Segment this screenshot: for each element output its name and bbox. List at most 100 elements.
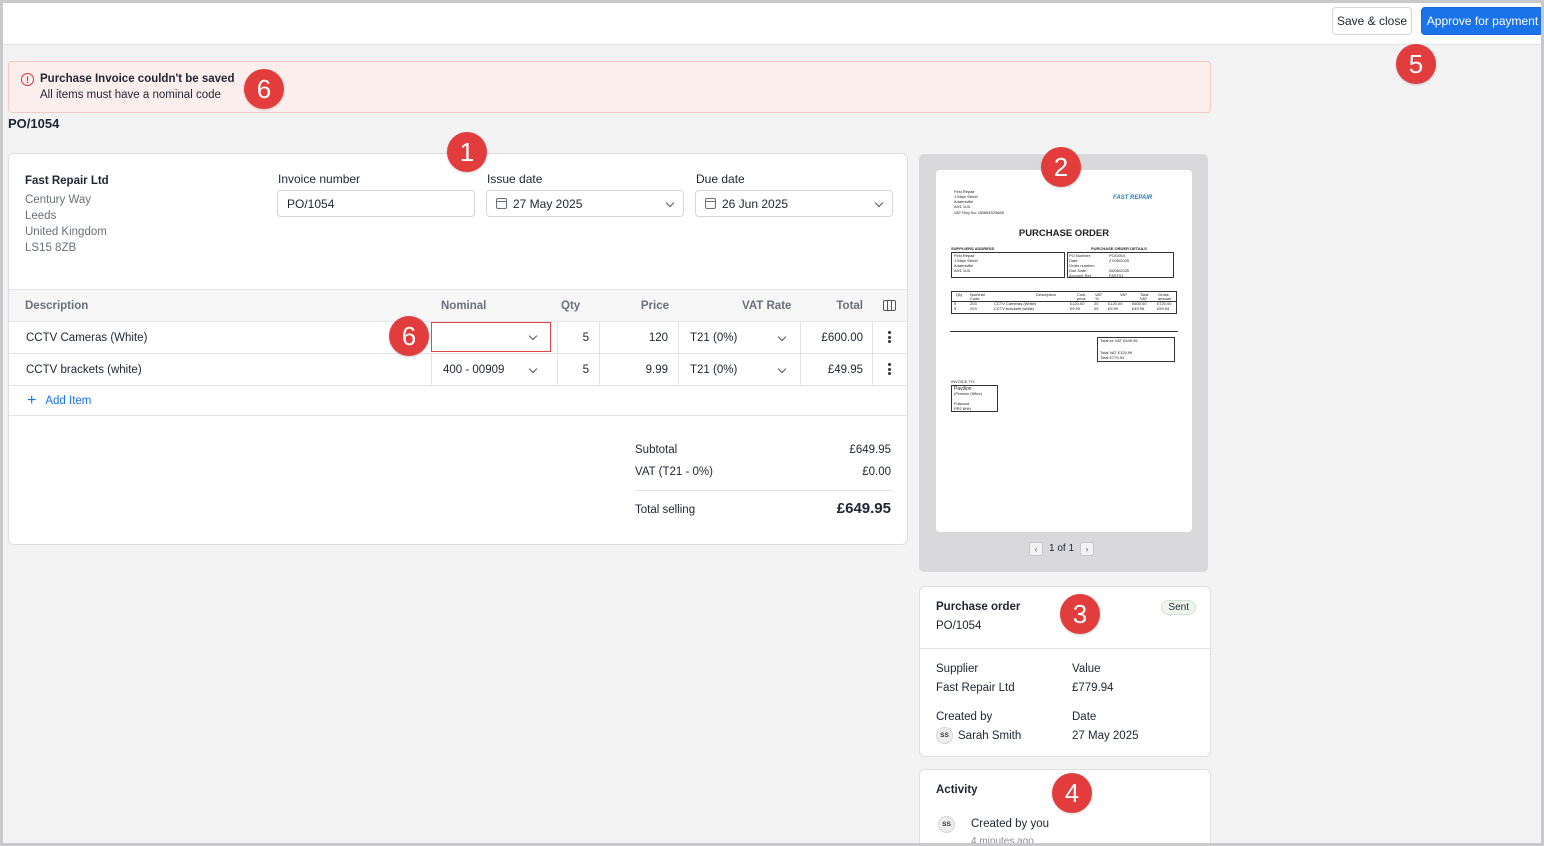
- doc-detail-value: 27/05/2025: [1109, 258, 1130, 263]
- doc-line-cell: 20: [1094, 306, 1099, 311]
- columns-icon[interactable]: [883, 300, 896, 311]
- doc-invoice-box: Pavilion (Preston Office) Fulwood PR2 8H…: [951, 385, 998, 412]
- doc-divider: [950, 331, 1178, 332]
- activity-time: 4 minutes ago: [971, 836, 1034, 846]
- doc-line-cell: £49.95: [1132, 306, 1145, 311]
- chevron-down-icon[interactable]: [777, 332, 787, 342]
- col-qty: Qty: [561, 300, 581, 312]
- item-total: £49.95: [827, 364, 863, 376]
- status-badge: Sent: [1161, 600, 1196, 615]
- item-description[interactable]: CCTV Cameras (White): [26, 322, 147, 354]
- issue-date-value: 27 May 2025: [513, 196, 583, 211]
- invoice-number-label: Invoice number: [278, 172, 361, 186]
- approve-payment-button[interactable]: Approve for payment: [1421, 7, 1544, 35]
- doc-line-cell: CCTV brackets (white): [994, 306, 1035, 311]
- divider: [635, 490, 892, 491]
- prev-page-icon[interactable]: ‹: [1029, 541, 1043, 556]
- vat-label: VAT (T21 - 0%): [635, 466, 713, 478]
- value-amount: £779.94: [1072, 682, 1114, 694]
- row-menu-icon[interactable]: [888, 331, 891, 345]
- doc-lines-table: Qty Nominal Code Description Cost price …: [951, 291, 1177, 314]
- marker-badge: 6: [389, 316, 429, 356]
- chevron-down-icon: [528, 331, 538, 341]
- chevron-down-icon: [874, 198, 884, 208]
- item-price[interactable]: 120: [609, 322, 668, 354]
- supplier-address-line: LS15 8ZB: [25, 242, 77, 254]
- due-date-picker[interactable]: 26 Jun 2025: [695, 190, 893, 217]
- add-item-label: Add Item: [45, 395, 92, 407]
- activity-title: Activity: [936, 784, 978, 796]
- supplier-value: Fast Repair Ltd: [936, 682, 1015, 694]
- marker-badge: 1: [447, 132, 487, 172]
- item-qty[interactable]: 5: [569, 322, 589, 354]
- item-price[interactable]: 9.99: [609, 354, 668, 386]
- page-title: PO/1054: [8, 116, 60, 131]
- item-vat-rate[interactable]: T21 (0%): [690, 354, 737, 386]
- row-menu-icon[interactable]: [888, 363, 891, 377]
- calendar-icon: [496, 198, 507, 209]
- doc-detail-value: FAST01: [1109, 273, 1124, 278]
- alert-message: All items must have a nominal code: [40, 89, 221, 101]
- subtotal-label: Subtotal: [635, 444, 678, 456]
- item-vat-rate[interactable]: T21 (0%): [690, 322, 737, 354]
- marker-badge: 2: [1041, 147, 1081, 187]
- invoice-card: Fast Repair Ltd Century Way Leeds United…: [8, 153, 908, 545]
- col-price: Price: [640, 300, 669, 312]
- col-nominal: Nominal: [441, 300, 487, 312]
- supplier-address-line: United Kingdom: [25, 226, 107, 238]
- issue-date-picker[interactable]: 27 May 2025: [486, 190, 684, 217]
- col-total: Total: [836, 300, 863, 312]
- col-description: Description: [25, 300, 89, 312]
- chevron-down-icon: [665, 198, 675, 208]
- col-vat-rate: VAT Rate: [742, 300, 792, 312]
- created-by-name: Sarah Smith: [958, 729, 1022, 742]
- doc-supplier-line: AH1 1LB: [954, 268, 971, 273]
- doc-supplier-box: First Repair 1 Main Street Adamsville AH…: [951, 252, 1065, 278]
- created-by-label: Created by: [936, 711, 993, 723]
- calendar-icon: [705, 198, 716, 209]
- doc-invoice-line: (Preston Office): [954, 391, 982, 396]
- doc-totals-box: Total ex VAT £649.95 Total VAT £129.99 T…: [1097, 337, 1175, 362]
- invoice-number-input[interactable]: PO/1054: [277, 190, 475, 217]
- save-close-button[interactable]: Save & close: [1332, 7, 1412, 35]
- item-nominal[interactable]: 400 - 00909: [443, 354, 504, 386]
- supplier-name: Fast Repair Ltd: [25, 175, 109, 187]
- doc-po-details: PURCHASE ORDER DETAILS: [1091, 246, 1147, 251]
- chevron-down-icon[interactable]: [528, 364, 538, 374]
- supplier-address-line: Leeds: [25, 210, 57, 222]
- subtotal-value: £649.95: [849, 444, 891, 456]
- po-card-title: Purchase order: [936, 601, 1021, 613]
- doc-line-cell: 5: [954, 306, 957, 311]
- doc-line-cell: £59.94: [1157, 306, 1170, 311]
- doc-invoice-to: INVOICE TO:: [951, 379, 976, 384]
- doc-line-cell: 203: [970, 306, 977, 311]
- marker-badge: 3: [1060, 594, 1100, 634]
- next-page-icon[interactable]: ›: [1080, 541, 1095, 556]
- date-label: Date: [1072, 711, 1097, 723]
- doc-line-header: Qty: [956, 292, 963, 297]
- item-description[interactable]: CCTV brackets (white): [26, 354, 142, 386]
- avatar: SS: [936, 727, 953, 744]
- top-toolbar: Save & close Approve for payment: [3, 3, 1544, 45]
- vat-value: £0.00: [862, 466, 891, 478]
- doc-line-header: Description: [1036, 292, 1057, 297]
- marker-badge: 6: [244, 69, 284, 109]
- issue-date-label: Issue date: [487, 172, 543, 186]
- doc-title: PURCHASE ORDER: [1018, 228, 1110, 239]
- items-table-header: Description Nominal Qty Price VAT Rate T…: [9, 289, 907, 322]
- po-card-number[interactable]: PO/1054: [936, 620, 981, 632]
- total-label: Total selling: [635, 504, 696, 516]
- avatar: SS: [938, 816, 955, 833]
- item-qty[interactable]: 5: [569, 354, 589, 386]
- supplier-label: Supplier: [936, 663, 979, 675]
- item-total: £600.00: [821, 332, 863, 344]
- chevron-down-icon[interactable]: [777, 364, 787, 374]
- created-by: SS Sarah Smith: [936, 727, 1021, 744]
- nominal-select-error[interactable]: [431, 322, 551, 352]
- date-value: 27 May 2025: [1072, 730, 1139, 742]
- doc-detail-label: Account Ref:: [1069, 273, 1092, 278]
- add-item-button[interactable]: + Add Item: [27, 386, 91, 416]
- document-page[interactable]: First Repair 1 Main Street Adamsville AH…: [936, 170, 1192, 532]
- value-label: Value: [1072, 663, 1101, 675]
- doc-suppliers-address: SUPPLIERS ADDRESS: [951, 246, 995, 251]
